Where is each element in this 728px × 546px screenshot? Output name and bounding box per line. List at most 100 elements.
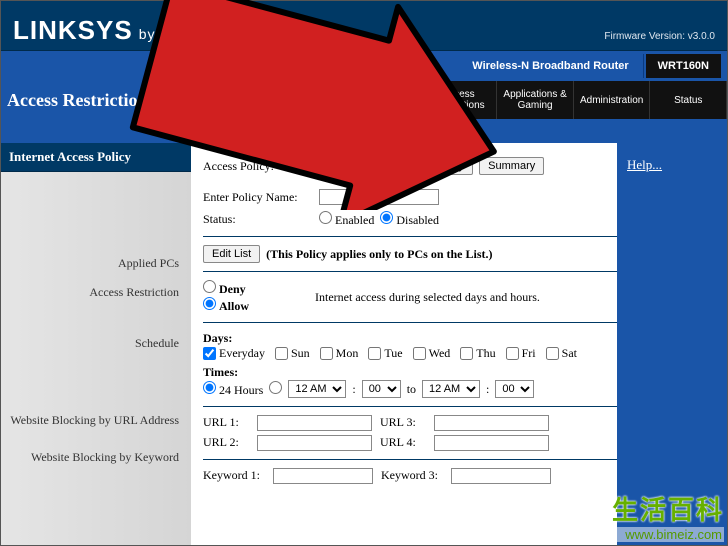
input-kw1[interactable]: [273, 468, 373, 484]
row-url-12: URL 1: URL 3:: [203, 415, 628, 431]
check-tue-wrap[interactable]: Tue: [368, 346, 402, 361]
label-access-policy: Access Policy:: [203, 159, 313, 174]
row-policy-name: Enter Policy Name:: [203, 189, 628, 205]
product-title-bar: Wireless-N Broadband Router WRT160N: [1, 51, 727, 81]
label-url4: URL 4:: [380, 435, 426, 451]
label-kw1: Keyword 1:: [203, 468, 265, 484]
tab-access-restrictions[interactable]: Access Restrictions: [421, 81, 498, 119]
radio-enabled[interactable]: [319, 211, 332, 224]
tab-status[interactable]: Status: [650, 81, 727, 119]
separator: [203, 271, 628, 272]
row-kw-13: Keyword 1: Keyword 3:: [203, 468, 628, 484]
separator: [203, 459, 628, 460]
brand-header: LINKSYS by Cisco Firmware Version: v3.0.…: [1, 1, 727, 51]
check-fri[interactable]: [506, 347, 519, 360]
product-name: Wireless-N Broadband Router: [458, 54, 643, 78]
access-description: Internet access during selected days and…: [315, 290, 540, 305]
radio-range-wrap[interactable]: [269, 381, 282, 398]
main-nav: Access Restrictions Setup Wireless Secur…: [1, 81, 727, 119]
radio-deny[interactable]: [203, 280, 216, 293]
help-pane: Help...: [617, 143, 727, 545]
tab-administration[interactable]: Administration: [574, 81, 651, 119]
check-tue[interactable]: [368, 347, 381, 360]
row-access-policy: Access Policy: 1 ( ) Delete This Entry S…: [203, 157, 628, 175]
page-title: Access Restrictions: [1, 81, 191, 119]
row-deny-allow: Deny Allow Internet access during select…: [203, 280, 628, 314]
check-mon-wrap[interactable]: Mon: [320, 346, 359, 361]
label-times: Times:: [203, 365, 628, 380]
radio-time-range[interactable]: [269, 381, 282, 394]
input-kw3[interactable]: [451, 468, 551, 484]
input-policy-name[interactable]: [319, 189, 439, 205]
label-policy-name: Enter Policy Name:: [203, 190, 313, 205]
input-url2[interactable]: [257, 435, 372, 451]
radio-24h[interactable]: [203, 381, 216, 394]
sidebar: Internet Access Policy Applied PCs Acces…: [1, 143, 191, 545]
check-sun-wrap[interactable]: Sun: [275, 346, 310, 361]
tab-setup[interactable]: Setup: [191, 81, 268, 119]
check-thu[interactable]: [460, 347, 473, 360]
select-from-min[interactable]: 00: [362, 380, 401, 398]
check-fri-wrap[interactable]: Fri: [506, 346, 536, 361]
radio-disabled-wrap[interactable]: Disabled: [380, 211, 439, 228]
check-everyday[interactable]: [203, 347, 216, 360]
main-area: Internet Access Policy Applied PCs Acces…: [1, 143, 727, 545]
select-from-hour[interactable]: 12 AM: [288, 380, 346, 398]
tab-applications-gaming[interactable]: Applications & Gaming: [497, 81, 574, 119]
label-kw3: Keyword 3:: [381, 468, 443, 484]
separator: [203, 406, 628, 407]
radio-deny-wrap[interactable]: Deny: [203, 280, 249, 297]
select-to-min[interactable]: 00: [495, 380, 534, 398]
select-to-hour[interactable]: 12 AM: [422, 380, 480, 398]
side-website-blocking-keyword: Website Blocking by Keyword: [1, 446, 191, 469]
select-policy[interactable]: 1 ( ): [319, 157, 365, 175]
sidebar-header: Internet Access Policy: [1, 143, 191, 172]
product-model: WRT160N: [646, 54, 721, 78]
row-url-34: URL 2: URL 4:: [203, 435, 628, 451]
label-to: to: [407, 382, 416, 397]
side-access-restriction: Access Restriction: [1, 281, 191, 304]
applies-note: (This Policy applies only to PCs on the …: [266, 247, 492, 262]
check-wed-wrap[interactable]: Wed: [413, 346, 451, 361]
separator: [203, 236, 628, 237]
app-frame: LINKSYS by Cisco Firmware Version: v3.0.…: [0, 0, 728, 546]
side-website-blocking-url: Website Blocking by URL Address: [1, 409, 191, 432]
check-everyday-wrap[interactable]: Everyday: [203, 346, 265, 361]
sub-nav: Internet Access Policy: [1, 119, 727, 143]
radio-allow-wrap[interactable]: Allow: [203, 297, 249, 314]
subnav-internet-access-policy[interactable]: Internet Access Policy: [191, 126, 305, 137]
check-sun[interactable]: [275, 347, 288, 360]
radio-enabled-wrap[interactable]: Enabled: [319, 211, 374, 228]
check-sat[interactable]: [546, 347, 559, 360]
radio-allow[interactable]: [203, 297, 216, 310]
row-days: Everyday Sun Mon Tue Wed Thu Fri Sat: [203, 346, 628, 361]
help-link[interactable]: Help...: [627, 157, 662, 172]
label-url2: URL 2:: [203, 435, 249, 451]
separator: [203, 322, 628, 323]
radio-disabled[interactable]: [380, 211, 393, 224]
check-mon[interactable]: [320, 347, 333, 360]
tab-wireless[interactable]: Wireless: [268, 81, 345, 119]
tab-security[interactable]: Security: [344, 81, 421, 119]
edit-list-button[interactable]: Edit List: [203, 245, 260, 263]
label-url1: URL 1:: [203, 415, 249, 431]
input-url3[interactable]: [434, 415, 549, 431]
row-edit-list: Edit List (This Policy applies only to P…: [203, 245, 628, 263]
content-pane: Access Policy: 1 ( ) Delete This Entry S…: [191, 143, 727, 545]
row-times: 24 Hours 12 AM : 00 to 12 AM : 00: [203, 380, 628, 398]
label-url3: URL 3:: [380, 415, 426, 431]
side-applied-pcs: Applied PCs: [1, 252, 191, 275]
side-schedule: Schedule: [1, 332, 191, 355]
radio-24h-wrap[interactable]: 24 Hours: [203, 381, 263, 398]
label-status: Status:: [203, 212, 313, 227]
delete-entry-button[interactable]: Delete This Entry: [371, 157, 473, 175]
label-days: Days:: [203, 331, 628, 346]
brand-sub: by Cisco: [139, 26, 201, 42]
check-thu-wrap[interactable]: Thu: [460, 346, 495, 361]
input-url1[interactable]: [257, 415, 372, 431]
summary-button[interactable]: Summary: [479, 157, 544, 175]
firmware-version: Firmware Version: v3.0.0: [604, 31, 715, 46]
input-url4[interactable]: [434, 435, 549, 451]
check-sat-wrap[interactable]: Sat: [546, 346, 577, 361]
check-wed[interactable]: [413, 347, 426, 360]
